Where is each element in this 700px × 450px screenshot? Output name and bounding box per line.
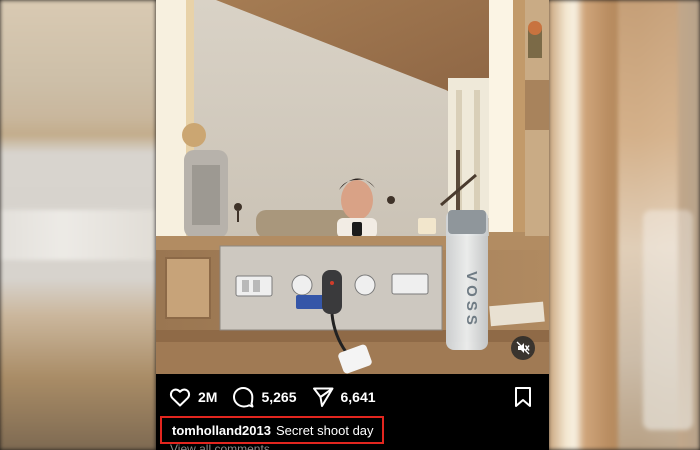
post-caption: tomholland2013 Secret shoot day	[160, 416, 384, 444]
blurred-background-left	[0, 0, 156, 450]
comment-button[interactable]: 5,265	[231, 385, 297, 409]
video-frame: VOSS 2M 5,265 6,641 tomholland2013 Secre…	[0, 0, 700, 450]
mute-button[interactable]	[511, 336, 535, 360]
share-count: 6,641	[340, 389, 376, 405]
post-photo-illustration: VOSS	[156, 0, 549, 374]
comment-count: 5,265	[261, 389, 297, 405]
speaker-muted-icon	[516, 341, 530, 355]
water-bottle-label: VOSS	[463, 271, 480, 329]
like-count: 2M	[198, 389, 218, 405]
bookmark-icon[interactable]	[513, 386, 533, 408]
caption-username[interactable]: tomholland2013	[172, 423, 271, 438]
heart-icon	[169, 388, 191, 407]
share-button[interactable]: 6,641	[311, 385, 376, 409]
instagram-post: VOSS 2M 5,265 6,641 tomholland2013 Secre…	[156, 0, 549, 450]
paper-plane-icon	[312, 387, 333, 407]
view-all-comments-link[interactable]: View all comments	[170, 442, 270, 450]
comment-bubble-icon	[233, 387, 254, 408]
blurred-background-right	[548, 0, 700, 450]
post-action-bar: 2M 5,265 6,641	[156, 374, 549, 420]
caption-text: Secret shoot day	[275, 422, 374, 438]
like-button[interactable]: 2M	[168, 385, 217, 409]
post-photo[interactable]: VOSS	[156, 0, 549, 374]
